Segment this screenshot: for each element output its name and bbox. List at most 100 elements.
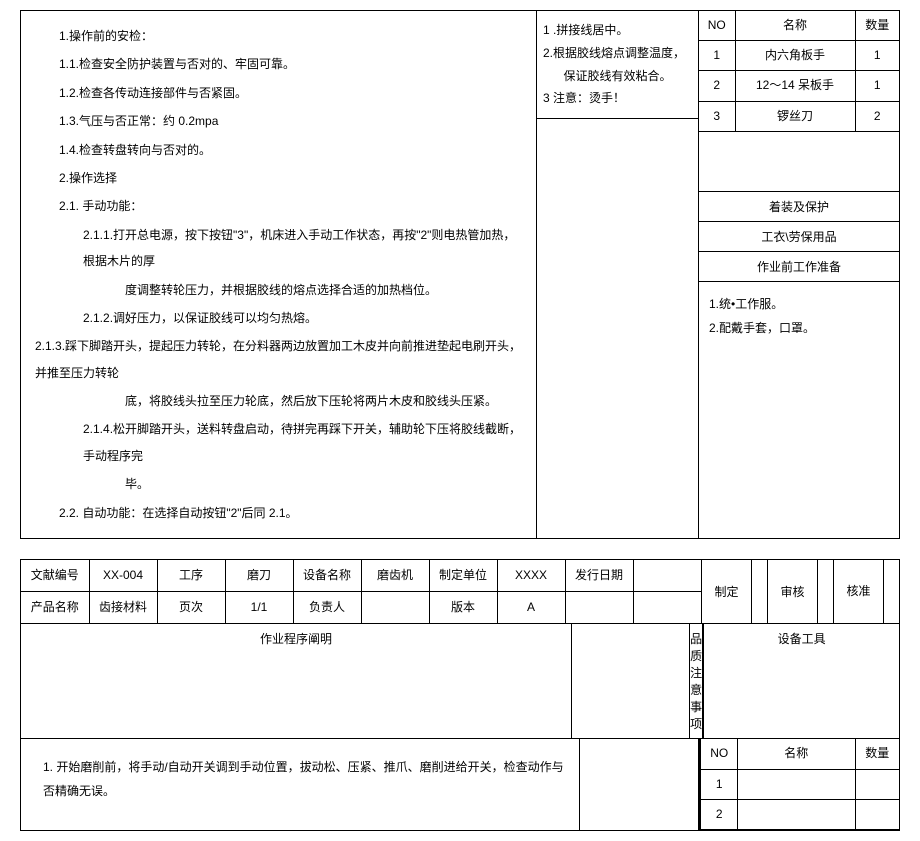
table-header: NO 名称 数量 xyxy=(699,11,899,41)
line: 1.3.气压与否正常：约 0.2mpa xyxy=(35,108,522,134)
lbl: 页次 xyxy=(157,592,225,624)
lbl: 发行日期 xyxy=(565,560,633,592)
val: XXXX xyxy=(497,560,565,592)
table-row: 1 内六角板手 1 xyxy=(699,41,899,71)
lbl: 负责人 xyxy=(293,592,361,624)
cell-no: 3 xyxy=(699,101,735,131)
cell-qty xyxy=(855,799,899,829)
note-line: 2.根据胶线熔点调整温度， xyxy=(543,42,692,65)
line: 2.操作选择 xyxy=(35,165,522,191)
note-line: 保证胶线有效粘合。 xyxy=(543,65,692,88)
blank xyxy=(572,624,690,738)
line: 2.1.1.打开总电源，按下按钮"3"，机床进入手动工作状态，再按"2"则电热管… xyxy=(35,222,522,275)
lbl: 制定单位 xyxy=(429,560,497,592)
th-name: 名称 xyxy=(735,11,855,41)
cell-no: 1 xyxy=(699,41,735,71)
th-no: NO xyxy=(699,11,735,41)
dress-label: 着装及保护 xyxy=(699,192,899,222)
tools-table: NO 名称 数量 1 内六角板手 1 2 12～14 呆板手 1 3 锣丝刀 2 xyxy=(699,11,899,132)
approve-val xyxy=(884,560,899,624)
cell-name: 锣丝刀 xyxy=(735,101,855,131)
quality-label: 品质注意事项 xyxy=(690,624,703,738)
th-qty: 数量 xyxy=(855,11,899,41)
prep-label: 作业前工作准备 xyxy=(699,252,899,282)
line: 2.1. 手动功能： xyxy=(35,193,522,219)
th-name: 名称 xyxy=(737,739,855,769)
line: 1.操作前的安检： xyxy=(35,23,522,49)
line: 底，将胶线头拉至压力轮底，然后放下压轮将两片木皮和胶线头压紧。 xyxy=(35,388,522,414)
note-line: 3 注意：烫手！ xyxy=(543,87,692,110)
lbl: 文献编号 xyxy=(21,560,89,592)
blank-area xyxy=(699,132,899,192)
header-table: 文献编号 XX-004 工序 磨刀 设备名称 磨齿机 制定单位 XXXX 发行日… xyxy=(21,560,701,624)
cell-qty xyxy=(855,769,899,799)
line: 2.2. 自动功能：在选择自动按钮"2"后同 2.1。 xyxy=(35,500,522,526)
cell-name xyxy=(737,799,855,829)
cell-name xyxy=(737,769,855,799)
line: 毕。 xyxy=(35,471,522,497)
table-row: 2 xyxy=(701,799,899,829)
val: 1/1 xyxy=(225,592,293,624)
ops-label: 作业程序阐明 xyxy=(21,624,572,738)
cell-qty: 1 xyxy=(855,41,899,71)
lbl: 工序 xyxy=(157,560,225,592)
lbl: 版本 xyxy=(429,592,497,624)
lbl xyxy=(565,592,633,624)
cell-name: 内六角板手 xyxy=(735,41,855,71)
val: XX-004 xyxy=(89,560,157,592)
val xyxy=(361,592,429,624)
val: 磨刀 xyxy=(225,560,293,592)
val xyxy=(633,592,701,624)
blank xyxy=(580,739,700,830)
cell-no: 1 xyxy=(701,769,737,799)
tool-label: 设备工具 xyxy=(704,624,899,738)
hdr-row2: 产品名称 齿接材料 页次 1/1 负责人 版本 A xyxy=(21,592,701,624)
cell-qty: 2 xyxy=(855,101,899,131)
subheader-row: 作业程序阐明 品质注意事项 设备工具 xyxy=(21,624,899,739)
line: 1.2.检查各传动连接部件与否紧固。 xyxy=(35,80,522,106)
header-left: 文献编号 XX-004 工序 磨刀 设备名称 磨齿机 制定单位 XXXX 发行日… xyxy=(21,560,701,624)
ops-body: 1. 开始磨削前，将手动/自动开关调到手动位置，拔动松、压紧、推爪、磨削进给开关… xyxy=(21,739,580,830)
lbl: 产品名称 xyxy=(21,592,89,624)
table-row: 3 锣丝刀 2 xyxy=(699,101,899,131)
th-no: NO xyxy=(701,739,737,769)
tools-column: NO 名称 数量 1 内六角板手 1 2 12～14 呆板手 1 3 锣丝刀 2… xyxy=(699,11,899,538)
body-row: 1. 开始磨削前，将手动/自动开关调到手动位置，拔动松、压紧、推爪、磨削进给开关… xyxy=(21,739,899,830)
notes-column: 1 .拼接线居中。 2.根据胶线熔点调整温度， 保证胶线有效粘合。 3 注意：烫… xyxy=(537,11,699,538)
ops-line: 1. 开始磨削前，将手动/自动开关调到手动位置，拔动松、压紧、推爪、磨削进给开关… xyxy=(43,755,565,803)
lbl: 设备名称 xyxy=(293,560,361,592)
table-header: NO 名称 数量 xyxy=(701,739,899,769)
val: A xyxy=(497,592,565,624)
check-label: 审核 xyxy=(768,560,818,624)
line: 1.1.检查安全防护装置与否对的、牢固可靠。 xyxy=(35,51,522,77)
prep-line: 1.统•工作服。 xyxy=(709,292,889,316)
cell-qty: 1 xyxy=(855,71,899,101)
approve-label: 核准 xyxy=(834,560,884,624)
tool-body: NO 名称 数量 1 2 xyxy=(701,739,899,830)
val: 磨齿机 xyxy=(361,560,429,592)
bottom-section: 文献编号 XX-004 工序 磨刀 设备名称 磨齿机 制定单位 XXXX 发行日… xyxy=(20,559,900,831)
prep-line: 2.配戴手套，口罩。 xyxy=(709,316,889,340)
bottom-tool-table: NO 名称 数量 1 2 xyxy=(701,739,899,830)
val xyxy=(633,560,701,592)
line: 2.1.4.松开脚踏开头，送料转盘启动，待拼完再踩下开关，辅助轮下压将胶线截断，… xyxy=(35,416,522,469)
header-row: 文献编号 XX-004 工序 磨刀 设备名称 磨齿机 制定单位 XXXX 发行日… xyxy=(21,560,899,624)
make-label: 制定 xyxy=(702,560,752,624)
cell-no: 2 xyxy=(699,71,735,101)
procedure-text: 1.操作前的安检： 1.1.检查安全防护装置与否对的、牢固可靠。 1.2.检查各… xyxy=(21,11,537,538)
line: 度调整转轮压力，并根据胶线的熔点选择合适的加热档位。 xyxy=(35,277,522,303)
cloth-label: 工衣\劳保用品 xyxy=(699,222,899,252)
blank-area xyxy=(537,119,698,538)
val: 齿接材料 xyxy=(89,592,157,624)
line: 2.1.3.踩下脚踏开头，提起压力转轮，在分料器两边放置加工木皮并向前推进垫起电… xyxy=(35,333,522,386)
line: 1.4.检查转盘转向与否对的。 xyxy=(35,137,522,163)
cell-name: 12～14 呆板手 xyxy=(735,71,855,101)
prep-text: 1.统•工作服。 2.配戴手套，口罩。 xyxy=(699,282,899,538)
table-row: 2 12～14 呆板手 1 xyxy=(699,71,899,101)
top-section: 1.操作前的安检： 1.1.检查安全防护装置与否对的、牢固可靠。 1.2.检查各… xyxy=(20,10,900,539)
line: 2.1.2.调好压力，以保证胶线可以均匀热熔。 xyxy=(35,305,522,331)
note-line: 1 .拼接线居中。 xyxy=(543,19,692,42)
notes-text: 1 .拼接线居中。 2.根据胶线熔点调整温度， 保证胶线有效粘合。 3 注意：烫… xyxy=(537,11,698,119)
cell-no: 2 xyxy=(701,799,737,829)
th-qty: 数量 xyxy=(855,739,899,769)
